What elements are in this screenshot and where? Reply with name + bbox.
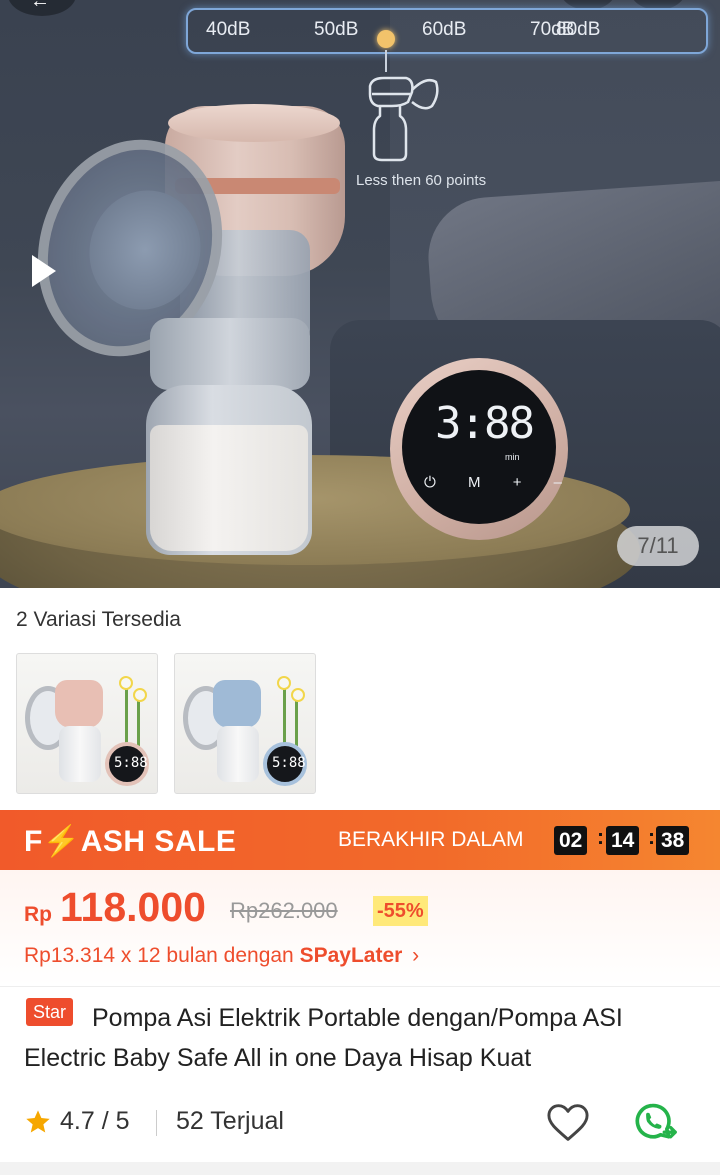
flower-icon bbox=[119, 676, 133, 690]
heart-icon[interactable] bbox=[546, 1103, 590, 1143]
controller-digits: 3:88 bbox=[435, 398, 535, 449]
thumb-pump-head bbox=[213, 680, 261, 728]
bottom-strip bbox=[0, 1162, 720, 1175]
discount-badge: -55% bbox=[373, 896, 428, 926]
variations-title: 2 Variasi Tersedia bbox=[16, 608, 181, 631]
chevron-right-icon: › bbox=[412, 944, 420, 967]
play-video-icon[interactable] bbox=[32, 255, 56, 287]
thumb-bottle bbox=[217, 726, 259, 782]
thumb-pump-head bbox=[55, 680, 103, 728]
whatsapp-share-icon[interactable] bbox=[632, 1101, 680, 1145]
flower-stem bbox=[125, 684, 128, 744]
image-counter: 7/11 bbox=[617, 526, 699, 566]
flower-stem bbox=[283, 684, 286, 744]
db-marker-dot bbox=[377, 30, 395, 48]
pump-caption: Less then 60 points bbox=[356, 172, 487, 189]
stat-separator bbox=[156, 1110, 157, 1136]
db-marker-line bbox=[385, 50, 387, 72]
flower-icon bbox=[277, 676, 291, 690]
flash-sale-title: F⚡ASH SALE bbox=[24, 825, 237, 858]
lightning-icon: ⚡ bbox=[42, 825, 81, 858]
variation-thumbnail-pink[interactable]: 5:88 bbox=[16, 653, 158, 794]
timer-seconds: 38 bbox=[656, 826, 690, 855]
bottle-milk bbox=[150, 425, 308, 551]
flower-icon bbox=[291, 688, 305, 702]
original-price: Rp262.000 bbox=[230, 898, 338, 923]
flash-sale-ends-label: BERAKHIR DALAM bbox=[338, 828, 524, 851]
timer-hours: 02 bbox=[554, 826, 588, 855]
controller-buttons: ⏻ M + – bbox=[424, 474, 576, 491]
timer-minutes: 14 bbox=[606, 826, 640, 855]
star-icon bbox=[26, 1110, 50, 1133]
star-seller-badge: Star bbox=[26, 998, 74, 1026]
section-divider bbox=[0, 986, 720, 987]
back-arrow-icon: ← bbox=[30, 0, 50, 12]
sale-price: 118.000 bbox=[60, 884, 206, 930]
paylater-link[interactable]: Rp13.314 x 12 bulan dengan SPayLater › bbox=[24, 944, 419, 968]
timer-colon: : bbox=[597, 826, 604, 849]
paylater-brand: SPayLater bbox=[299, 944, 403, 967]
timer-colon: : bbox=[648, 826, 655, 849]
rating-value: 4.7 / 5 bbox=[60, 1107, 130, 1135]
controller-unit: min bbox=[505, 452, 520, 462]
pump-head-top bbox=[168, 104, 340, 142]
product-title: Pompa Asi Elektrik Portable dengan/Pompa… bbox=[24, 1004, 623, 1072]
db-label: 50dB bbox=[314, 19, 359, 40]
sold-count: 52 Terjual bbox=[176, 1107, 284, 1135]
thumb-controller: 5:88 bbox=[105, 742, 149, 786]
flower-icon bbox=[133, 688, 147, 702]
price-currency: Rp bbox=[24, 903, 52, 926]
db-label: 40dB bbox=[206, 19, 251, 40]
db-label: 80dB bbox=[556, 19, 601, 40]
db-label: 60dB bbox=[422, 19, 467, 40]
thumb-controller: 5:88 bbox=[263, 742, 307, 786]
pump-outline-icon bbox=[368, 76, 439, 162]
variation-thumbnail-blue[interactable]: 5:88 bbox=[174, 653, 316, 794]
pump-collar bbox=[150, 318, 310, 390]
product-image-carousel[interactable]: ← 40dB 50dB 60dB 70dB 80dB Less then 60 … bbox=[0, 0, 720, 588]
thumb-bottle bbox=[59, 726, 101, 782]
